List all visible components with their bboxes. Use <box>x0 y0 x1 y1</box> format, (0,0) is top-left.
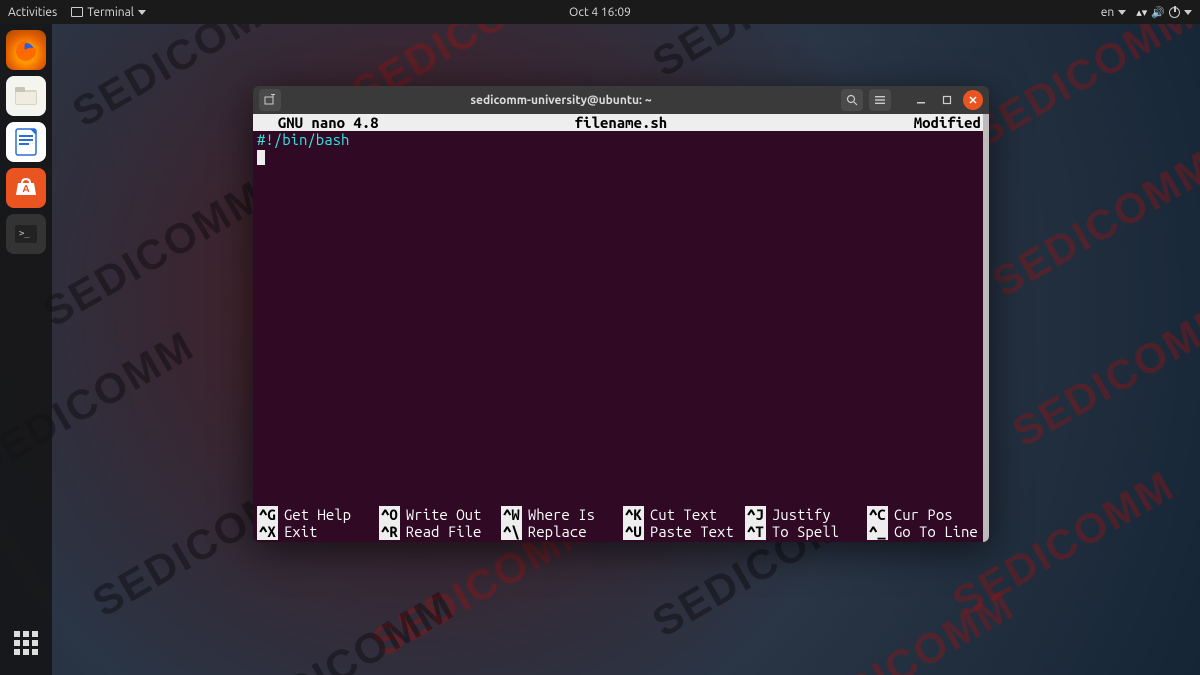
svg-text:>_: >_ <box>19 229 30 239</box>
hamburger-menu-button[interactable] <box>869 89 891 111</box>
shortcut-label: Write Out <box>406 506 482 523</box>
show-applications-button[interactable] <box>6 623 46 663</box>
shortcut-key: ^_ <box>867 523 888 540</box>
close-button[interactable] <box>963 90 983 110</box>
text-cursor <box>257 150 265 165</box>
dock-app-libreoffice-writer[interactable] <box>6 122 46 162</box>
nano-shortcut: ^G Get Help <box>257 506 375 523</box>
nano-editor-body[interactable]: #!/bin/bash <box>253 131 989 506</box>
shortcut-label: Justify <box>772 506 831 523</box>
nano-shortcut: ^\ Replace <box>501 523 619 540</box>
shortcut-label: Cur Pos <box>894 506 953 523</box>
minimize-button[interactable] <box>911 90 931 110</box>
volume-icon <box>1151 6 1165 19</box>
nano-header: GNU nano 4.8 filename.sh Modified <box>253 114 989 131</box>
datetime-label: Oct 4 16:09 <box>569 6 631 19</box>
shortcut-label: Read File <box>406 523 482 540</box>
shortcut-key: ^K <box>623 506 644 523</box>
app-menu[interactable]: Terminal <box>71 6 146 19</box>
shortcut-label: Where Is <box>528 506 595 523</box>
input-source[interactable]: en <box>1101 6 1126 19</box>
nano-status: Modified <box>914 114 981 131</box>
shortcut-key: ^R <box>379 523 400 540</box>
activities-label: Activities <box>8 6 57 19</box>
lang-label: en <box>1101 6 1114 19</box>
shortcut-key: ^U <box>623 523 644 540</box>
nano-shortcut: ^J Justify <box>745 506 863 523</box>
shortcut-label: To Spell <box>772 523 839 540</box>
network-icon: ▴▾ <box>1136 6 1147 19</box>
shortcut-label: Exit <box>284 523 318 540</box>
dock-app-firefox[interactable] <box>6 30 46 70</box>
chevron-down-icon <box>1118 10 1126 15</box>
nano-version: GNU nano 4.8 <box>278 114 379 131</box>
nano-shortcut: ^K Cut Text <box>623 506 741 523</box>
shortcut-label: Paste Text <box>650 523 734 540</box>
chevron-down-icon <box>138 10 146 15</box>
shortcut-key: ^O <box>379 506 400 523</box>
nano-shortcut: ^_ Go To Line <box>867 523 985 540</box>
shortcut-label: Get Help <box>284 506 351 523</box>
dock-app-files[interactable] <box>6 76 46 116</box>
window-title: sedicomm-university@ubuntu: ~ <box>287 94 835 107</box>
dock-app-terminal[interactable]: >_ <box>6 214 46 254</box>
search-button[interactable] <box>841 89 863 111</box>
window-titlebar[interactable]: sedicomm-university@ubuntu: ~ <box>253 86 989 114</box>
system-status-area[interactable]: ▴▾ <box>1136 6 1192 19</box>
nano-shortcut: ^C Cur Pos <box>867 506 985 523</box>
power-icon <box>1169 7 1180 18</box>
nano-shortcut: ^T To Spell <box>745 523 863 540</box>
shortcut-label: Cut Text <box>650 506 717 523</box>
shortcut-key: ^T <box>745 523 766 540</box>
shortcut-key: ^J <box>745 506 766 523</box>
terminal-icon <box>71 7 83 17</box>
nano-shortcut-bar: ^G Get Help ^O Write Out ^W Where Is ^K Cut Tex… <box>253 506 989 542</box>
nano-shortcut: ^X Exit <box>257 523 375 540</box>
nano-filename: filename.sh <box>575 114 667 131</box>
shortcut-key: ^\ <box>501 523 522 540</box>
shortcut-key: ^G <box>257 506 278 523</box>
new-tab-button[interactable] <box>259 89 281 111</box>
svg-text:A: A <box>22 183 29 194</box>
shortcut-key: ^C <box>867 506 888 523</box>
activities-button[interactable]: Activities <box>8 6 57 19</box>
chevron-down-icon <box>1184 10 1192 15</box>
dock: A >_ <box>0 24 52 675</box>
shortcut-label: Replace <box>528 523 587 540</box>
gnome-top-bar: Activities Terminal Oct 4 16:09 en ▴▾ <box>0 0 1200 24</box>
shortcut-label: Go To Line <box>894 523 978 540</box>
editor-line-1: #!/bin/bash <box>257 131 349 148</box>
maximize-button[interactable] <box>937 90 957 110</box>
terminal-scrollbar[interactable] <box>983 114 989 542</box>
shortcut-key: ^W <box>501 506 522 523</box>
clock[interactable]: Oct 4 16:09 <box>569 6 631 19</box>
terminal-content[interactable]: GNU nano 4.8 filename.sh Modified #!/bin… <box>253 114 989 542</box>
nano-shortcut: ^W Where Is <box>501 506 619 523</box>
dock-app-ubuntu-software[interactable]: A <box>6 168 46 208</box>
terminal-window: sedicomm-university@ubuntu: ~ GNU nano 4… <box>253 86 989 542</box>
shortcut-key: ^X <box>257 523 278 540</box>
nano-shortcut: ^R Read File <box>379 523 497 540</box>
nano-shortcut: ^O Write Out <box>379 506 497 523</box>
app-menu-label: Terminal <box>87 6 134 19</box>
nano-shortcut: ^U Paste Text <box>623 523 741 540</box>
